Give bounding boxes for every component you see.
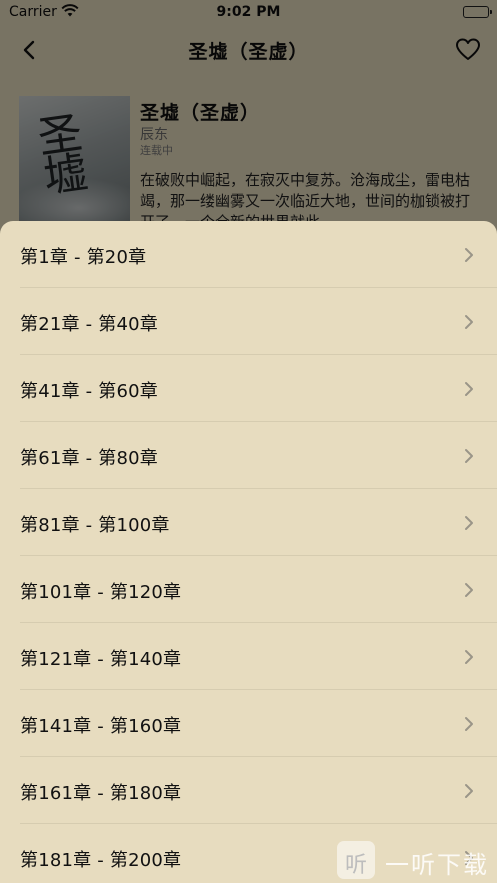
chapter-range-label: 第1章 - 第20章 bbox=[20, 247, 147, 268]
chapter-range-label: 第81章 - 第100章 bbox=[20, 515, 170, 536]
chapter-range-row[interactable]: 第21章 - 第40章 bbox=[20, 288, 497, 355]
chevron-right-icon bbox=[463, 848, 475, 868]
chevron-right-icon bbox=[463, 446, 475, 466]
chevron-right-icon bbox=[463, 647, 475, 667]
chapter-range-label: 第161章 - 第180章 bbox=[20, 783, 182, 804]
chevron-right-icon bbox=[463, 379, 475, 399]
chapter-range-row[interactable]: 第161章 - 第180章 bbox=[20, 757, 497, 824]
chevron-right-icon bbox=[463, 781, 475, 801]
chapter-range-label: 第41章 - 第60章 bbox=[20, 381, 158, 402]
chapter-range-label: 第181章 - 第200章 bbox=[20, 850, 182, 871]
chapter-range-row[interactable]: 第61章 - 第80章 bbox=[20, 422, 497, 489]
chapter-range-row[interactable]: 第81章 - 第100章 bbox=[20, 489, 497, 556]
chapter-range-row[interactable]: 第101章 - 第120章 bbox=[20, 556, 497, 623]
chapter-range-row[interactable]: 第121章 - 第140章 bbox=[20, 623, 497, 690]
chapter-range-row[interactable]: 第1章 - 第20章 bbox=[20, 221, 497, 288]
chevron-right-icon bbox=[463, 513, 475, 533]
chapter-range-row[interactable]: 第41章 - 第60章 bbox=[20, 355, 497, 422]
chapter-range-label: 第121章 - 第140章 bbox=[20, 649, 182, 670]
chevron-right-icon bbox=[463, 714, 475, 734]
chapter-range-row[interactable]: 第141章 - 第160章 bbox=[20, 690, 497, 757]
chapter-range-label: 第61章 - 第80章 bbox=[20, 448, 158, 469]
chapter-range-row[interactable]: 第181章 - 第200章 bbox=[20, 824, 497, 883]
chevron-right-icon bbox=[463, 312, 475, 332]
chapter-range-label: 第21章 - 第40章 bbox=[20, 314, 158, 335]
chevron-right-icon bbox=[463, 580, 475, 600]
chapter-range-label: 第101章 - 第120章 bbox=[20, 582, 182, 603]
chapter-range-sheet: 第1章 - 第20章 第21章 - 第40章 第41章 - 第60章 第61章 … bbox=[0, 221, 497, 883]
chapter-range-label: 第141章 - 第160章 bbox=[20, 716, 182, 737]
chevron-right-icon bbox=[463, 245, 475, 265]
